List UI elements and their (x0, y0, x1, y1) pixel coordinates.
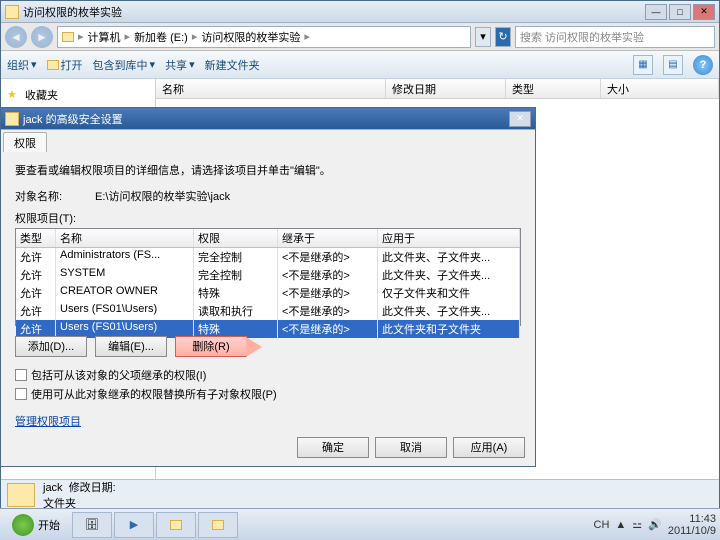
hdr-name[interactable]: 名称 (56, 229, 194, 247)
cancel-button[interactable]: 取消 (375, 437, 447, 458)
folder-icon (212, 520, 224, 530)
open-button[interactable]: 打开 (47, 57, 83, 73)
breadcrumb[interactable]: ▸ 计算机 ▸ 新加卷 (E:) ▸ 访问权限的枚举实验 ▸ (57, 26, 471, 48)
apply-button[interactable]: 应用(A) (453, 437, 525, 458)
col-name[interactable]: 名称 (156, 79, 386, 98)
address-bar: ◄ ► ▸ 计算机 ▸ 新加卷 (E:) ▸ 访问权限的枚举实验 ▸ ▾ ↻ 搜… (1, 23, 719, 51)
path-segment[interactable]: 计算机 (88, 29, 121, 45)
taskbar-item[interactable]: ▶ (114, 512, 154, 538)
server-icon: 🗄 (85, 518, 99, 531)
selected-name: jack (43, 482, 63, 494)
folder-icon (5, 5, 19, 19)
folder-icon (62, 32, 74, 42)
taskbar: 开始 🗄 ▶ CH ▲ ⚍ 🔊 11:43 2011/10/9 (0, 508, 720, 540)
explorer-toolbar: 组织 ▾ 打开 包含到库中 ▾ 共享 ▾ 新建文件夹 ▦ ▤ ? (1, 51, 719, 79)
permission-list[interactable]: 类型 名称 权限 继承于 应用于 允许Administrators (FS...… (15, 228, 521, 326)
star-icon: ★ (7, 88, 21, 102)
col-size[interactable]: 大小 (601, 79, 719, 98)
permission-row[interactable]: 允许CREATOR OWNER特殊<不是继承的>仅子文件夹和文件 (16, 284, 520, 302)
add-button[interactable]: 添加(D)... (15, 336, 87, 357)
tab-permissions[interactable]: 权限 (3, 132, 47, 152)
network-icon[interactable]: ⚍ (632, 518, 642, 531)
tray-icon[interactable]: ▲ (615, 519, 626, 531)
tab-strip: 权限 (1, 130, 535, 152)
explorer-titlebar: 访问权限的枚举实验 — □ ✕ (1, 1, 719, 23)
dialog-close-button[interactable]: ✕ (509, 111, 531, 127)
object-name: E:\访问权限的枚举实验\jack (95, 188, 230, 204)
dialog-description: 要查看或编辑权限项目的详细信息，请选择该项目并单击"编辑"。 (15, 162, 521, 178)
search-input[interactable]: 搜索 访问权限的枚举实验 (515, 26, 715, 48)
permission-row[interactable]: 允许Users (FS01\Users)读取和执行<不是继承的>此文件夹、子文件… (16, 302, 520, 320)
close-button[interactable]: ✕ (693, 4, 715, 20)
dialog-titlebar: jack 的高级安全设置 ✕ (1, 108, 535, 130)
perm-items-label: 权限项目(T): (15, 210, 521, 226)
folder-icon (7, 483, 35, 507)
col-date[interactable]: 修改日期 (386, 79, 506, 98)
clock-date[interactable]: 2011/10/9 (668, 525, 716, 537)
clock-time[interactable]: 11:43 (668, 513, 716, 525)
path-segment[interactable]: 新加卷 (E:) (134, 29, 188, 45)
status-bar: jack 修改日期: 文件夹 (1, 479, 719, 509)
back-button[interactable]: ◄ (5, 26, 27, 48)
windows-orb-icon (12, 514, 34, 536)
permission-row[interactable]: 允许SYSTEM完全控制<不是继承的>此文件夹、子文件夹... (16, 266, 520, 284)
advanced-security-dialog: jack 的高级安全设置 ✕ 权限 要查看或编辑权限项目的详细信息，请选择该项目… (0, 107, 536, 467)
path-dropdown-button[interactable]: ▾ (475, 27, 491, 47)
hdr-type[interactable]: 类型 (16, 229, 56, 247)
folder-icon (170, 520, 182, 530)
minimize-button[interactable]: — (645, 4, 667, 20)
manage-permissions-link[interactable]: 管理权限项目 (15, 413, 81, 429)
view-button[interactable]: ▦ (633, 55, 653, 75)
object-label: 对象名称: (15, 188, 95, 204)
inherit-checkbox[interactable]: 包括可从该对象的父项继承的权限(I) (15, 367, 521, 383)
permission-headers: 类型 名称 权限 继承于 应用于 (16, 229, 520, 248)
taskbar-item[interactable] (198, 512, 238, 538)
refresh-button[interactable]: ↻ (495, 27, 511, 47)
edit-button[interactable]: 编辑(E)... (95, 336, 167, 357)
sidebar-favorites[interactable]: ★收藏夹 (1, 85, 155, 105)
permission-row[interactable]: 允许Administrators (FS...完全控制<不是继承的>此文件夹、子… (16, 248, 520, 266)
system-tray: CH ▲ ⚍ 🔊 11:43 2011/10/9 (594, 513, 716, 537)
preview-button[interactable]: ▤ (663, 55, 683, 75)
dialog-title: jack 的高级安全设置 (23, 111, 509, 127)
checkbox-icon (15, 388, 27, 400)
powershell-icon: ▶ (130, 518, 138, 531)
checkbox-icon (15, 369, 27, 381)
folder-icon (5, 112, 19, 126)
date-label: 修改日期: (69, 482, 116, 494)
col-type[interactable]: 类型 (506, 79, 601, 98)
organize-button[interactable]: 组织 ▾ (7, 57, 37, 73)
maximize-button[interactable]: □ (669, 4, 691, 20)
hdr-apply[interactable]: 应用于 (378, 229, 520, 247)
forward-button[interactable]: ► (31, 26, 53, 48)
hdr-perm[interactable]: 权限 (194, 229, 278, 247)
share-button[interactable]: 共享 ▾ (165, 57, 195, 73)
newfolder-button[interactable]: 新建文件夹 (205, 57, 260, 73)
language-indicator[interactable]: CH (594, 519, 610, 531)
column-headers: 名称 修改日期 类型 大小 (156, 79, 719, 99)
folder-icon (47, 60, 59, 70)
taskbar-item[interactable]: 🗄 (72, 512, 112, 538)
permission-row[interactable]: 允许Users (FS01\Users)特殊<不是继承的>此文件夹和子文件夹 (16, 320, 520, 338)
help-icon[interactable]: ? (693, 55, 713, 75)
remove-button[interactable]: 删除(R) (175, 336, 247, 357)
replace-checkbox[interactable]: 使用可从此对象继承的权限替换所有子对象权限(P) (15, 386, 521, 402)
hdr-inherit[interactable]: 继承于 (278, 229, 378, 247)
volume-icon[interactable]: 🔊 (648, 518, 662, 531)
start-button[interactable]: 开始 (4, 512, 68, 538)
taskbar-item[interactable] (156, 512, 196, 538)
include-button[interactable]: 包含到库中 ▾ (93, 57, 156, 73)
ok-button[interactable]: 确定 (297, 437, 369, 458)
window-title: 访问权限的枚举实验 (23, 4, 645, 20)
path-segment[interactable]: 访问权限的枚举实验 (201, 29, 300, 45)
